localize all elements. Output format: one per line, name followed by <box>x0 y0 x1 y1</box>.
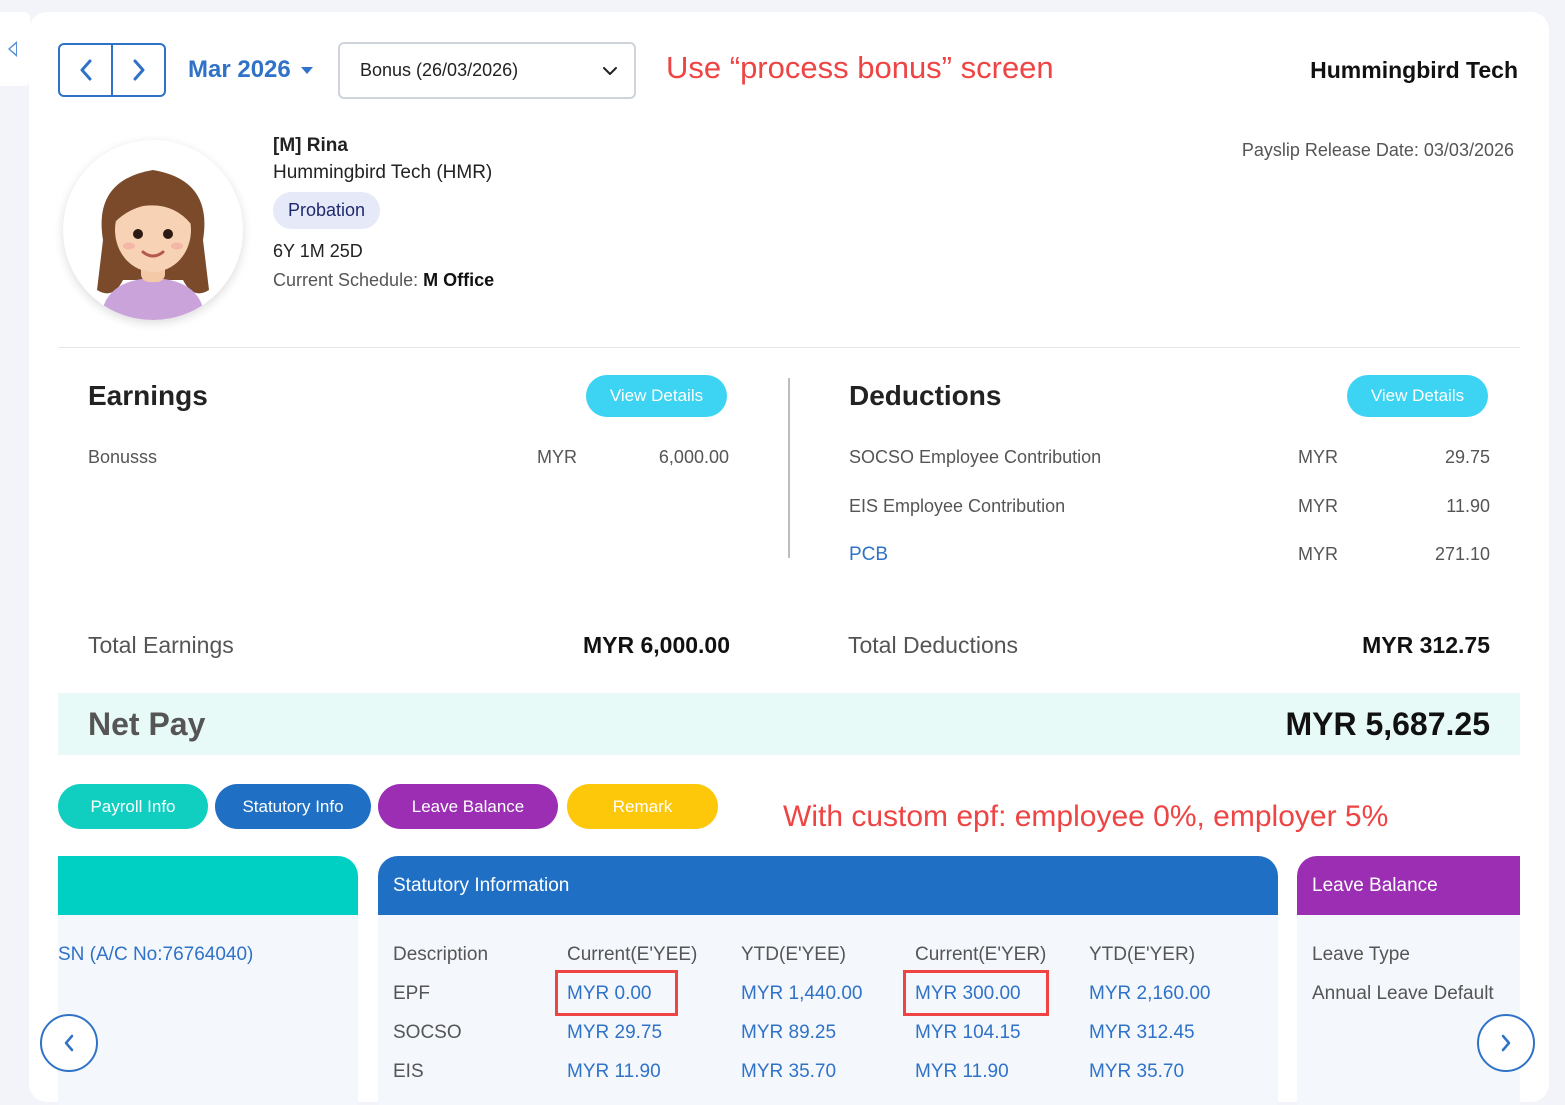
highlight-box-employee-epf <box>555 970 678 1016</box>
earnings-title: Earnings <box>88 380 208 411</box>
payslip-release-date: Payslip Release Date: 03/03/2026 <box>1241 140 1514 160</box>
deduction-item-amount: 271.10 <box>1434 544 1490 564</box>
tab-leave-balance[interactable]: Leave Balance <box>378 784 558 829</box>
month-label: Mar 2026 <box>188 56 291 83</box>
statutory-header-ytd-employee: YTD(E'YEE) <box>741 944 846 965</box>
leave-type-item: Annual Leave Default <box>1312 983 1494 1004</box>
chevron-right-icon <box>1501 1034 1511 1052</box>
statutory-cell: MYR 1,440.00 <box>741 983 863 1004</box>
deductions-title: Deductions <box>849 380 1002 411</box>
statutory-row-label: EIS <box>393 1061 424 1082</box>
avatar <box>63 140 243 320</box>
payroll-run-select[interactable]: Bonus (26/03/2026) <box>338 42 636 99</box>
statutory-cell: MYR 89.25 <box>741 1022 837 1043</box>
employee-name: [M] Rina <box>273 135 348 156</box>
next-period-button[interactable] <box>111 45 164 95</box>
deduction-pcb-link[interactable]: PCB <box>849 544 888 566</box>
deduction-item-currency: MYR <box>1298 544 1338 564</box>
company-name: Hummingbird Tech <box>1310 57 1518 83</box>
avatar-illustration <box>63 140 243 320</box>
statutory-header-current-employer: Current(E'YER) <box>915 944 1047 965</box>
statutory-header-description: Description <box>393 944 489 965</box>
statutory-cell: MYR 35.70 <box>1089 1061 1185 1082</box>
deductions-view-details-button[interactable]: View Details <box>1347 375 1488 417</box>
deduction-item-label: EIS Employee Contribution <box>849 496 1066 516</box>
statutory-row-label: SOCSO <box>393 1022 462 1043</box>
statutory-header-ytd-employer: YTD(E'YER) <box>1089 944 1196 965</box>
employee-tenure: 6Y 1M 25D <box>273 241 363 261</box>
divider <box>58 347 1520 348</box>
statutory-cell: MYR 11.90 <box>567 1061 661 1082</box>
total-earnings-value: MYR 6,000.00 <box>582 632 730 658</box>
total-earnings-label: Total Earnings <box>88 632 234 658</box>
statutory-cell: MYR 11.90 <box>915 1061 1009 1082</box>
deduction-item-currency: MYR <box>1298 447 1338 467</box>
chevron-left-icon <box>64 1034 74 1052</box>
statutory-cell: MYR 35.70 <box>741 1061 837 1082</box>
leave-type-header: Leave Type <box>1312 944 1410 965</box>
tab-remark[interactable]: Remark <box>567 784 718 829</box>
chevron-down-icon <box>603 66 617 75</box>
deduction-item-currency: MYR <box>1298 496 1338 516</box>
schedule-label: Current Schedule: <box>273 270 419 290</box>
statutory-panel-header: Statutory Information <box>378 856 1278 915</box>
annotation-process-bonus: Use “process bonus” screen <box>666 50 1054 85</box>
deduction-item-amount: 29.75 <box>1444 447 1490 467</box>
payroll-run-value: Bonus (26/03/2026) <box>360 60 519 80</box>
tab-payroll-info[interactable]: Payroll Info <box>58 784 208 829</box>
total-deductions-label: Total Deductions <box>848 632 1019 658</box>
highlight-box-employer-epf <box>903 970 1049 1016</box>
payslip-card: Mar 2026 Bonus (26/03/2026) Use “process… <box>29 12 1549 1105</box>
carousel-prev-button[interactable] <box>40 1014 98 1072</box>
total-deductions-value: MYR 312.75 <box>1362 632 1490 658</box>
deduction-item-amount: 11.90 <box>1446 496 1490 516</box>
carousel-next-button[interactable] <box>1477 1014 1535 1072</box>
statutory-row-label: EPF <box>393 983 430 1004</box>
bank-account-text: SN (A/C No:76764040) <box>58 944 254 965</box>
collapse-arrow-icon <box>8 41 17 57</box>
chevron-left-icon <box>80 59 91 81</box>
leave-panel-title: Leave Balance <box>1312 874 1438 896</box>
statutory-cell: MYR 312.45 <box>1089 1022 1195 1043</box>
payroll-info-panel-header <box>58 856 358 915</box>
statutory-cell: MYR 104.15 <box>915 1022 1021 1043</box>
statutory-cell: MYR 29.75 <box>567 1022 663 1043</box>
statutory-panel-title: Statutory Information <box>393 874 570 896</box>
net-pay-label: Net Pay <box>88 706 206 742</box>
caret-down-icon <box>300 66 313 74</box>
statutory-cell: MYR 2,160.00 <box>1089 983 1211 1004</box>
chevron-right-icon <box>133 59 144 81</box>
annotation-custom-epf: With custom epf: employee 0%, employer 5… <box>783 800 1389 833</box>
period-nav <box>58 43 166 97</box>
current-schedule: Current Schedule: M Office <box>273 270 494 291</box>
sidebar-collapse-toggle[interactable] <box>0 12 30 86</box>
statutory-header-current-employee: Current(E'YEE) <box>567 944 698 965</box>
earning-item-label: Bonusss <box>88 447 158 467</box>
earning-item-amount: 6,000.00 <box>658 447 729 467</box>
earning-item-currency: MYR <box>537 447 577 467</box>
leave-panel-header: Leave Balance <box>1297 856 1520 915</box>
net-pay-value: MYR 5,687.25 <box>1285 706 1490 742</box>
month-picker[interactable]: Mar 2026 <box>188 56 313 84</box>
schedule-value: M Office <box>423 270 495 290</box>
status-badge: Probation <box>273 192 381 229</box>
earnings-view-details-button[interactable]: View Details <box>586 375 727 417</box>
prev-period-button[interactable] <box>60 45 111 95</box>
tab-statutory-info[interactable]: Statutory Info <box>215 784 371 829</box>
column-divider <box>788 378 790 558</box>
deduction-item-label: SOCSO Employee Contribution <box>849 447 1102 467</box>
employee-company: Hummingbird Tech (HMR) <box>273 162 493 183</box>
